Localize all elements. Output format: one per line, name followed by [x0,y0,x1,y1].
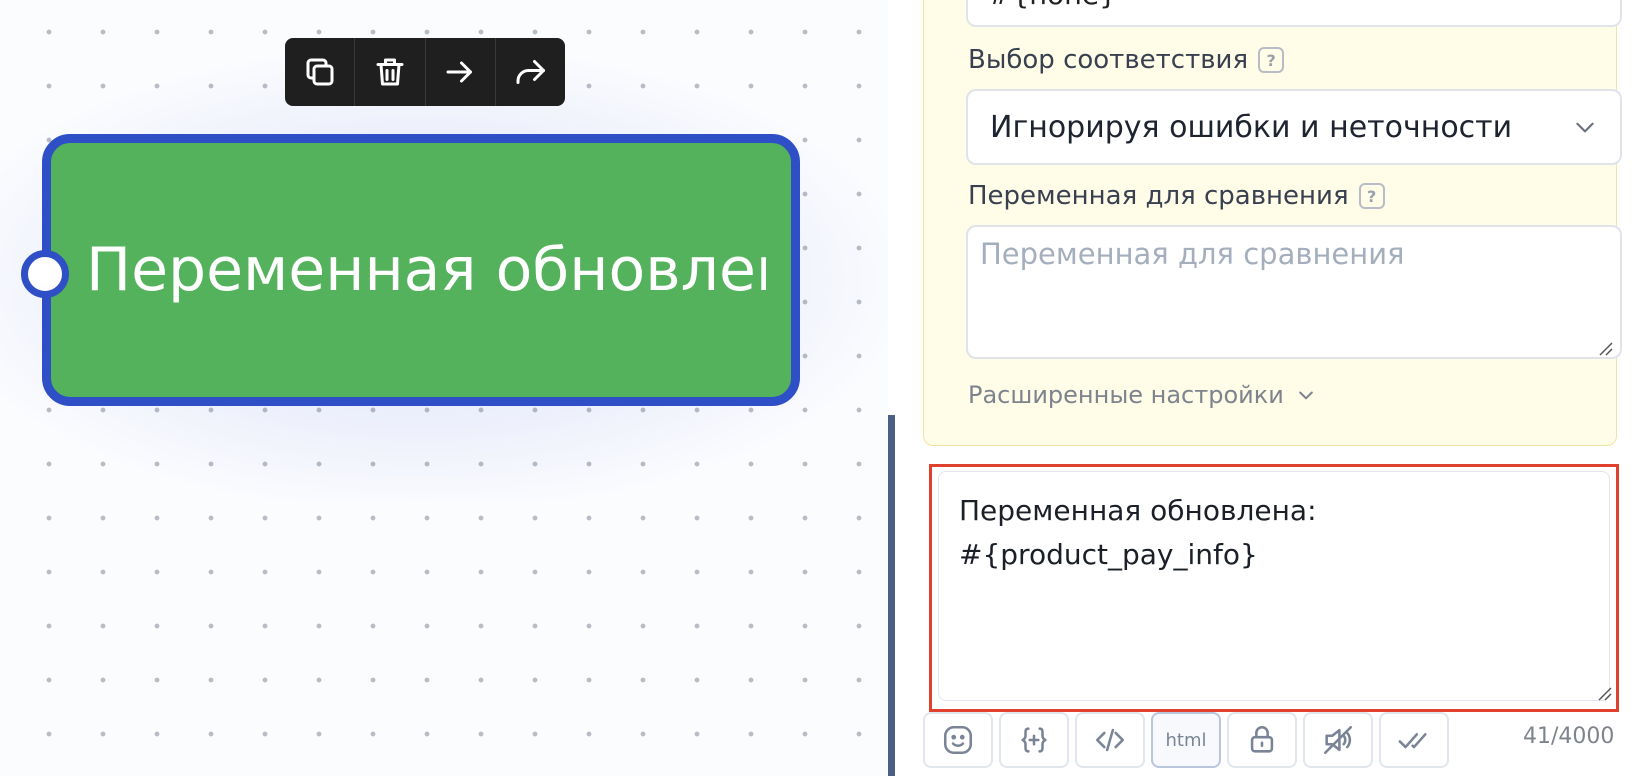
read-receipt-button[interactable] [1379,712,1449,768]
flow-canvas[interactable]: Переменная обновлен [0,0,888,776]
node-title: Переменная обновлен [86,235,766,305]
html-button[interactable]: html [1151,712,1221,768]
variable-value-input[interactable]: #{none} [966,0,1622,27]
resize-handle-icon[interactable] [1595,684,1613,702]
mute-button[interactable] [1303,712,1373,768]
advanced-settings-toggle[interactable]: Расширенные настройки [968,381,1316,409]
condition-card: #{none} Выбор соответствия ? Игнорируя о… [923,0,1622,446]
message-editor-highlight: Переменная обновлена: #{product_pay_info… [929,464,1619,712]
share-icon [516,60,546,84]
code-icon [1095,728,1125,752]
html-icon: html [1165,729,1207,751]
match-label-text: Выбор соответствия [968,45,1249,75]
trash-icon [376,58,404,86]
mute-icon [1323,725,1353,755]
match-select[interactable]: Игнорируя ошибки и неточности [966,89,1622,165]
copy-node-button[interactable] [285,38,356,106]
delete-node-button[interactable] [355,38,426,106]
connect-node-button[interactable] [426,38,496,106]
message-textarea[interactable]: Переменная обновлена: #{product_pay_info… [938,471,1610,701]
double-check-icon [1398,733,1427,749]
compare-label-text: Переменная для сравнения [968,181,1349,211]
message-line: Переменная обновлена: [959,494,1317,527]
advanced-settings-label: Расширенные настройки [968,381,1284,409]
copy-icon [306,58,334,86]
compare-label: Переменная для сравнения ? [968,181,1385,211]
help-icon[interactable]: ? [1258,47,1285,73]
help-icon[interactable]: ? [1358,183,1385,209]
match-select-value: Игнорируя ошибки и неточности [990,109,1513,145]
lock-button[interactable] [1227,712,1297,768]
settings-panel: #{none} Выбор соответствия ? Игнорируя о… [895,0,1632,776]
insert-variable-button[interactable] [999,712,1069,768]
flow-node[interactable]: Переменная обновлен [42,134,800,406]
insert-variable-icon [1021,727,1047,753]
lock-icon [1250,726,1274,753]
chevron-down-icon [1299,391,1313,400]
emoji-icon [943,725,973,755]
arrow-right-icon [446,61,473,83]
variable-value-text: #{none} [988,0,1117,11]
compare-variable-input[interactable] [966,225,1622,359]
chevron-down-icon [1576,122,1594,133]
node-input-port[interactable] [21,250,69,298]
share-node-button[interactable] [496,38,565,106]
message-line: #{product_pay_info} [959,538,1258,571]
match-label: Выбор соответствия ? [968,45,1285,75]
panel-splitter[interactable] [888,415,895,776]
node-toolbar [285,38,565,106]
emoji-button[interactable] [923,712,993,768]
resize-handle-icon[interactable] [1596,339,1614,357]
code-button[interactable] [1075,712,1145,768]
character-counter: 41/4000 [1523,724,1615,749]
